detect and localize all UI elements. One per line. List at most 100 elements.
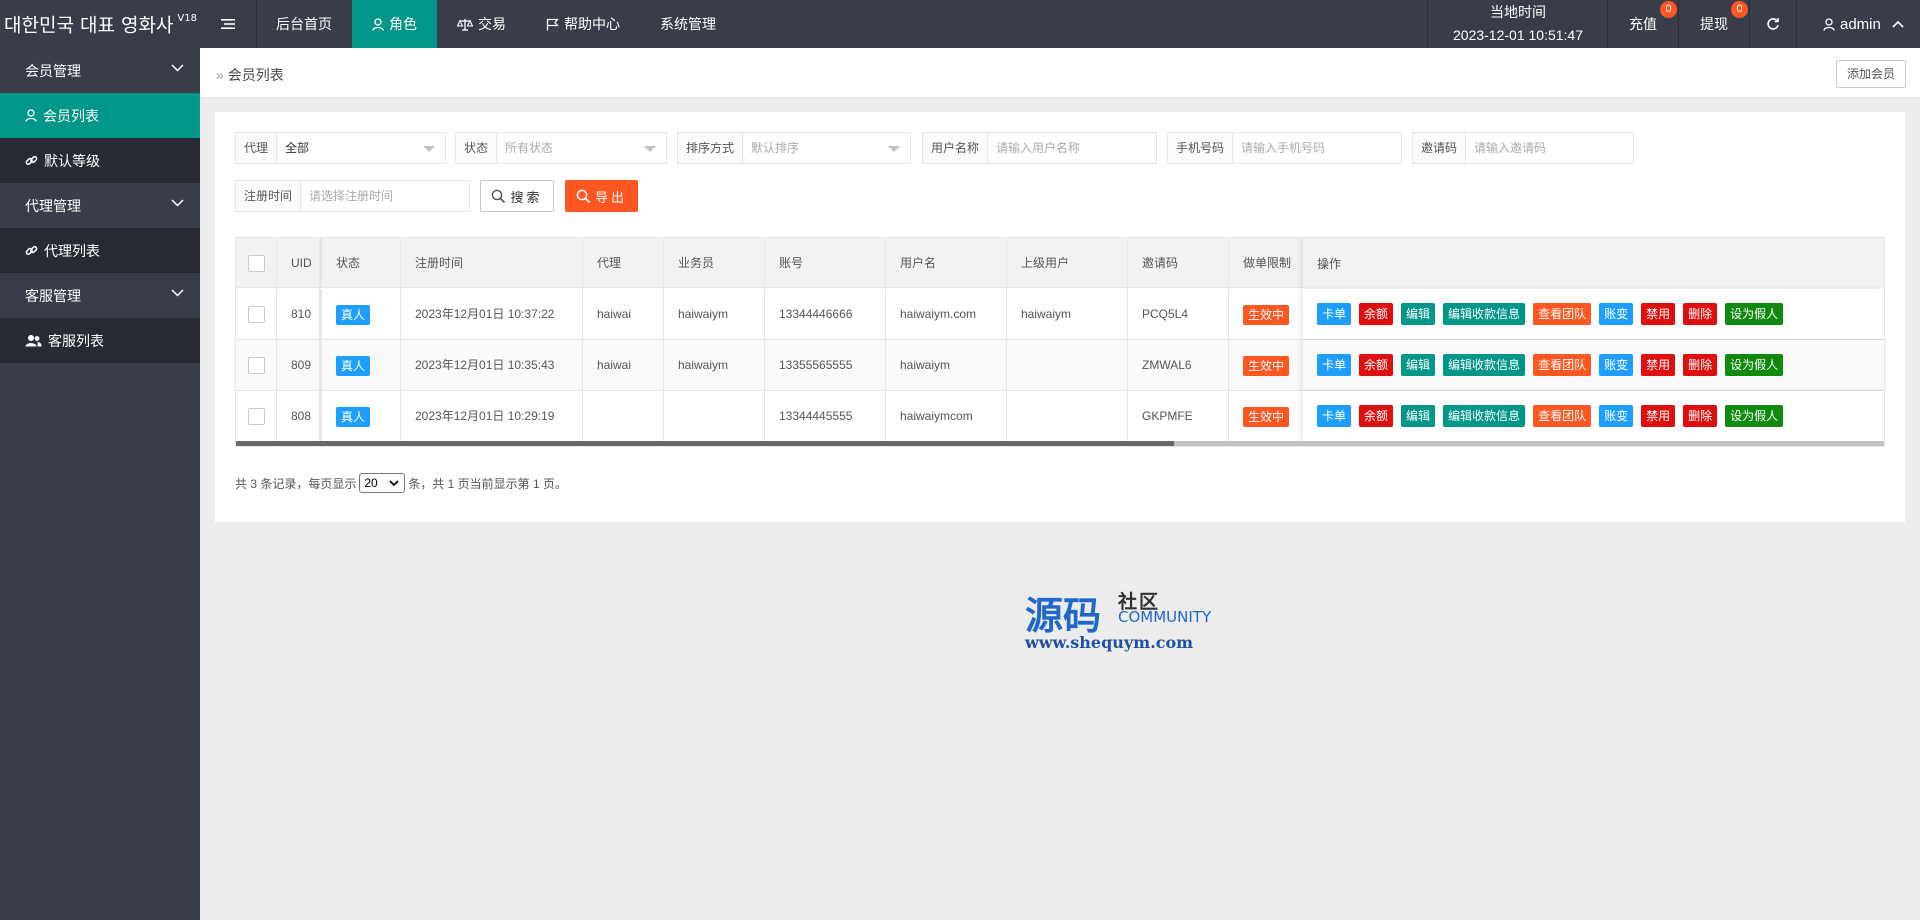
action-button[interactable]: 账变	[1599, 405, 1634, 427]
action-button[interactable]: 余额	[1359, 405, 1394, 427]
action-button[interactable]: 编辑	[1401, 405, 1436, 427]
action-button[interactable]: 删除	[1683, 405, 1718, 427]
sidebar-group-agents[interactable]: 代理管理	[0, 183, 200, 228]
action-button[interactable]: 账变	[1599, 303, 1634, 325]
agent-select[interactable]: 全部	[277, 133, 445, 163]
action-button[interactable]: 删除	[1683, 354, 1718, 376]
col-invite: 邀请码	[1128, 238, 1229, 288]
menu-toggle-button[interactable]	[200, 0, 256, 48]
action-button[interactable]: 编辑收款信息	[1443, 303, 1526, 325]
sort-select[interactable]: 默认排序	[743, 133, 910, 163]
phone-filter[interactable]: 手机号码 请输入手机号码	[1167, 132, 1402, 164]
cell-salesman: haiwaiym	[664, 289, 765, 339]
username-input[interactable]: 请输入用户名称	[988, 133, 1156, 163]
action-button[interactable]: 编辑	[1401, 354, 1436, 376]
caret-down-icon	[644, 146, 656, 152]
regtime-filter[interactable]: 注册时间 请选择注册时间	[235, 180, 470, 212]
cell-limit: 生效中	[1229, 340, 1309, 390]
cell-username: haiwaiymcom	[886, 391, 1007, 441]
action-button[interactable]: 禁用	[1641, 405, 1676, 427]
action-button[interactable]: 禁用	[1641, 354, 1676, 376]
recharge-button[interactable]: 充值 0	[1608, 0, 1678, 48]
cell-status: 真人	[320, 391, 401, 441]
withdraw-button[interactable]: 提现 0	[1679, 0, 1749, 48]
refresh-button[interactable]	[1750, 0, 1796, 48]
col-salesman: 业务员	[664, 238, 765, 288]
cell-invite: GKPMFE	[1128, 391, 1229, 441]
col-ops: 操作	[1303, 238, 1884, 288]
status-select[interactable]: 所有状态	[497, 133, 666, 163]
nav-home[interactable]: 后台首页	[256, 0, 352, 48]
cell-limit: 生效中	[1229, 391, 1309, 441]
status-badge: 真人	[336, 304, 371, 325]
chevron-up-icon	[1892, 20, 1904, 28]
invite-filter[interactable]: 邀请码 请输入邀请码	[1412, 132, 1634, 164]
action-button[interactable]: 卡单	[1317, 405, 1352, 427]
action-button[interactable]: 设为假人	[1725, 354, 1784, 376]
user-name: admin	[1840, 15, 1881, 33]
action-button[interactable]: 编辑收款信息	[1443, 405, 1526, 427]
page-size-select[interactable]: 20	[359, 473, 406, 493]
nav-roles[interactable]: 角色	[352, 0, 437, 48]
action-button[interactable]: 编辑	[1401, 303, 1436, 325]
member-list-card: 代理 全部 状态 所有状态 排序方式 默认排序 用户名称 请输入用户名称 手机号…	[215, 112, 1905, 522]
sidebar-item-agent-list[interactable]: 代理列表	[0, 228, 200, 273]
action-button[interactable]: 删除	[1683, 303, 1718, 325]
sort-filter[interactable]: 排序方式 默认排序	[677, 132, 911, 164]
regtime-input[interactable]: 请选择注册时间	[301, 181, 469, 211]
action-button[interactable]: 编辑收款信息	[1443, 354, 1526, 376]
sidebar-item-default-level[interactable]: 默认等级	[0, 138, 200, 183]
action-button[interactable]: 查看团队	[1533, 405, 1592, 427]
invite-input[interactable]: 请输入邀请码	[1466, 133, 1633, 163]
action-button[interactable]: 余额	[1359, 354, 1394, 376]
action-button[interactable]: 余额	[1359, 303, 1394, 325]
row-checkbox[interactable]	[248, 408, 265, 425]
watermark-big: 源码	[1025, 594, 1102, 638]
action-button[interactable]: 禁用	[1641, 303, 1676, 325]
scrollbar-thumb[interactable]	[236, 441, 1174, 446]
cell-agent: haiwai	[583, 289, 664, 339]
action-button[interactable]: 账变	[1599, 354, 1634, 376]
breadcrumb-current[interactable]: 会员列表	[228, 67, 284, 83]
action-button[interactable]: 设为假人	[1725, 303, 1784, 325]
watermark-community: COMMUNITY	[1118, 608, 1212, 626]
add-member-button[interactable]: 添加会员	[1836, 60, 1907, 88]
export-button[interactable]: 导出	[565, 180, 638, 212]
sidebar-group-support[interactable]: 客服管理	[0, 273, 200, 318]
username-filter[interactable]: 用户名称 请输入用户名称	[922, 132, 1157, 164]
action-button[interactable]: 查看团队	[1533, 303, 1592, 325]
sidebar-item-support-list[interactable]: 客服列表	[0, 318, 200, 363]
action-button[interactable]: 卡单	[1317, 303, 1352, 325]
table-row: 808 真人 2023年12月01日 10:29:19 13344445555 haiw…	[236, 391, 1884, 442]
limit-badge: 生效中	[1243, 355, 1290, 376]
cell-invite: ZMWAL6	[1128, 340, 1229, 390]
action-button[interactable]: 查看团队	[1533, 354, 1592, 376]
search-button[interactable]: 搜索	[480, 180, 554, 212]
app-title: 대한민국 대표 영화사	[4, 14, 174, 37]
row-checkbox[interactable]	[248, 357, 265, 374]
table-horizontal-scrollbar[interactable]	[236, 441, 1884, 446]
nav-help[interactable]: 帮助中心	[526, 0, 640, 48]
cell-agent	[583, 391, 664, 441]
cell-account: 13344445555	[765, 391, 886, 441]
action-button[interactable]: 设为假人	[1725, 405, 1784, 427]
recharge-badge: 0	[1660, 1, 1677, 18]
cell-uid: 810	[277, 289, 320, 339]
action-button[interactable]: 卡单	[1317, 354, 1352, 376]
nav-trade[interactable]: 交易	[437, 0, 526, 48]
user-menu[interactable]: admin	[1797, 0, 1920, 48]
nav-system[interactable]: 系统管理	[640, 0, 736, 48]
cell-account: 13344446666	[765, 289, 886, 339]
sidebar-item-member-list[interactable]: 会员列表	[0, 93, 200, 138]
cell-account: 13355565555	[765, 340, 886, 390]
status-filter[interactable]: 状态 所有状态	[455, 132, 667, 164]
row-checkbox[interactable]	[248, 306, 265, 323]
search-icon	[492, 189, 506, 203]
phone-input[interactable]: 请输入手机号码	[1233, 133, 1401, 163]
watermark-url: www.shequym.com	[1025, 633, 1194, 652]
cell-agent: haiwai	[583, 340, 664, 390]
sidebar-group-members[interactable]: 会员管理	[0, 48, 200, 93]
select-all-checkbox[interactable]	[248, 255, 265, 272]
agent-filter[interactable]: 代理 全部	[235, 132, 446, 164]
chevron-down-icon	[171, 199, 184, 207]
